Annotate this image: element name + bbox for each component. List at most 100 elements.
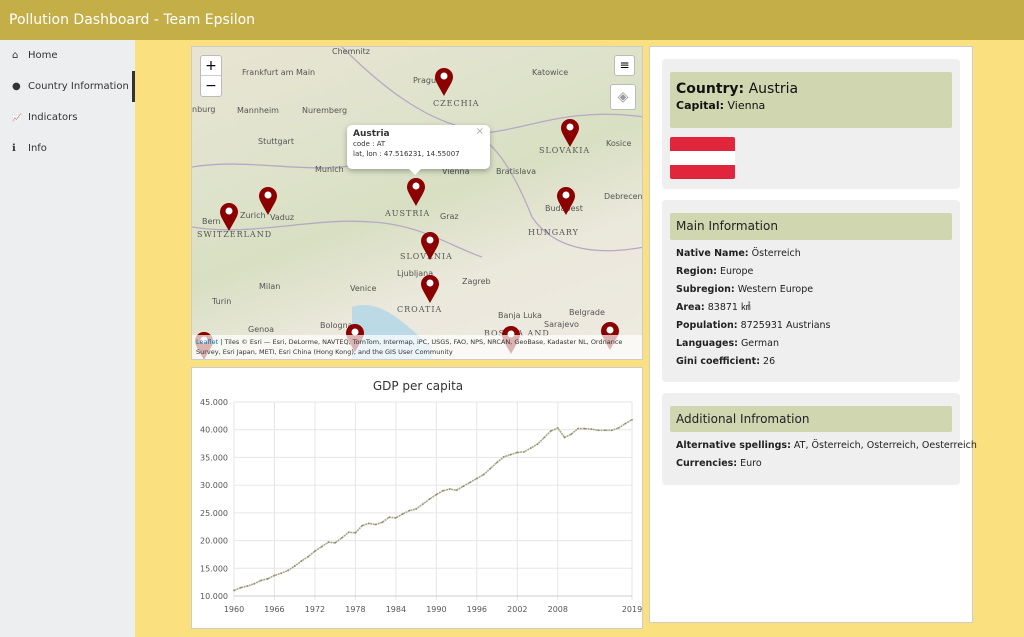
country-label: Country:	[676, 81, 745, 97]
data-point	[442, 489, 445, 492]
info-key: Subregion:	[676, 284, 735, 295]
y-tick-label: 20.000	[200, 537, 228, 546]
info-row: Area: 83871 ㎢	[662, 299, 960, 317]
info-value: 26	[763, 356, 776, 367]
map-label: Munich	[315, 165, 344, 174]
map-marker-icon[interactable]	[556, 186, 576, 216]
map-label: Kosice	[606, 139, 632, 148]
data-point	[448, 488, 451, 490]
data-point	[421, 503, 424, 505]
map-marker-icon[interactable]	[219, 202, 239, 232]
info-key: Alternative spellings:	[676, 440, 791, 451]
data-point	[529, 447, 532, 449]
app-title: Pollution Dashboard - Team Epsilon	[9, 12, 256, 28]
sidebar-item-indicators[interactable]: 📈 Indicators	[0, 102, 135, 133]
data-point	[253, 582, 256, 585]
map-label: Stuttgart	[258, 137, 294, 146]
map-label: Belgrade	[569, 308, 605, 317]
data-point	[583, 427, 586, 430]
globe-icon: ●	[12, 81, 21, 92]
zoom-control: + −	[200, 55, 222, 97]
sidebar-item-country-information[interactable]: ● Country Information	[0, 71, 135, 102]
info-row: Region: Europe	[662, 263, 960, 281]
info-row: Native Name: Österreich	[662, 245, 960, 263]
info-value: 8725931 Austrians	[740, 320, 831, 331]
data-point	[462, 485, 465, 488]
data-point	[354, 531, 357, 534]
additional-info-list: Alternative spellings: AT, Österreich, O…	[662, 437, 977, 473]
data-point	[610, 429, 613, 432]
zoom-in-button[interactable]: +	[201, 56, 221, 76]
y-tick-label: 35.000	[200, 453, 228, 462]
country-flag	[670, 137, 735, 179]
sidebar-item-info[interactable]: ℹ Info	[0, 133, 135, 164]
data-point	[408, 509, 411, 512]
data-point	[543, 436, 546, 439]
data-point	[334, 541, 337, 544]
map-marker-icon[interactable]	[420, 274, 440, 304]
info-key: Region:	[676, 266, 717, 277]
flag-stripe	[670, 137, 735, 151]
map-marker-icon[interactable]	[560, 118, 580, 148]
y-tick-label: 25.000	[200, 509, 228, 518]
map-marker-icon[interactable]	[406, 177, 426, 207]
gdp-chart-svg: GDP per capita 10.000 15.000 20.000 25.000 3…	[200, 379, 642, 614]
map-label: Bratislava	[496, 167, 536, 176]
map-marker-icon[interactable]	[420, 231, 440, 261]
popup-code: code : AT	[353, 140, 386, 148]
data-point	[300, 560, 303, 562]
flag-stripe	[670, 151, 735, 165]
zoom-out-button[interactable]: −	[201, 76, 221, 96]
flag-stripe	[670, 165, 735, 179]
x-tick-label: 2002	[507, 605, 527, 614]
data-point	[293, 565, 296, 567]
info-row: Subregion: Western Europe	[662, 281, 960, 299]
sidebar-item-label: Indicators	[28, 112, 78, 123]
data-point	[496, 461, 498, 464]
data-point	[327, 541, 330, 544]
map-label: Nuremberg	[302, 106, 348, 115]
data-point	[233, 589, 235, 592]
map-label: Venice	[350, 284, 377, 293]
layers-icon[interactable]: ◈	[610, 84, 636, 110]
info-value: German	[740, 338, 779, 349]
data-point	[347, 531, 350, 534]
attribution-text: | Tiles © Esri — Esri, DeLorme, NAVTEQ, …	[196, 338, 623, 356]
info-row: Alternative spellings: AT, Österreich, O…	[662, 437, 977, 455]
map-marker-icon[interactable]	[434, 67, 454, 97]
info-value: AT, Österreich, Osterreich, Oesterreich	[793, 440, 977, 451]
y-tick-label: 40.000	[200, 426, 228, 435]
info-row: Languages: German	[662, 335, 960, 353]
map-marker-icon[interactable]	[258, 186, 278, 216]
map-attribution: Leaflet | Tiles © Esri — Esri, DeLorme, …	[192, 335, 642, 359]
map[interactable]: Chemnitz Prague Katowice Frankfurt am Ma…	[191, 46, 643, 360]
menu-icon[interactable]: ≡	[614, 55, 635, 76]
map-label: Milan	[259, 282, 281, 291]
data-point	[246, 585, 249, 587]
capital-label: Capital:	[676, 99, 724, 112]
popup-close-icon[interactable]: ×	[476, 127, 484, 137]
data-point	[469, 481, 472, 484]
map-label: Katowice	[532, 68, 569, 77]
map-country-label: HUNGARY	[528, 228, 579, 237]
sidebar-item-home[interactable]: ⌂ Home	[0, 40, 135, 71]
sidebar-item-label: Home	[28, 50, 58, 61]
x-tick-label: 1996	[467, 605, 487, 614]
data-point	[509, 453, 512, 456]
data-point	[563, 436, 566, 439]
data-point	[381, 521, 384, 524]
leaflet-link[interactable]: Leaflet	[196, 338, 218, 346]
x-tick-label: 1966	[264, 605, 284, 614]
map-label: nburg	[192, 105, 216, 114]
y-tick-label: 30.000	[200, 481, 228, 490]
map-label: Chemnitz	[332, 47, 370, 56]
data-point	[550, 429, 552, 432]
chart-title: GDP per capita	[373, 379, 463, 393]
info-row: Gini coefficient: 26	[662, 353, 960, 371]
popup-latlon: lat, lon : 47.516231, 14.55007	[353, 150, 460, 158]
data-point	[617, 427, 620, 429]
sidebar: ⌂ Home ● Country Information 📈 Indicators ℹ…	[0, 40, 135, 637]
data-point	[489, 467, 492, 470]
data-point	[475, 477, 478, 480]
info-row: Currencies: Euro	[662, 455, 960, 473]
